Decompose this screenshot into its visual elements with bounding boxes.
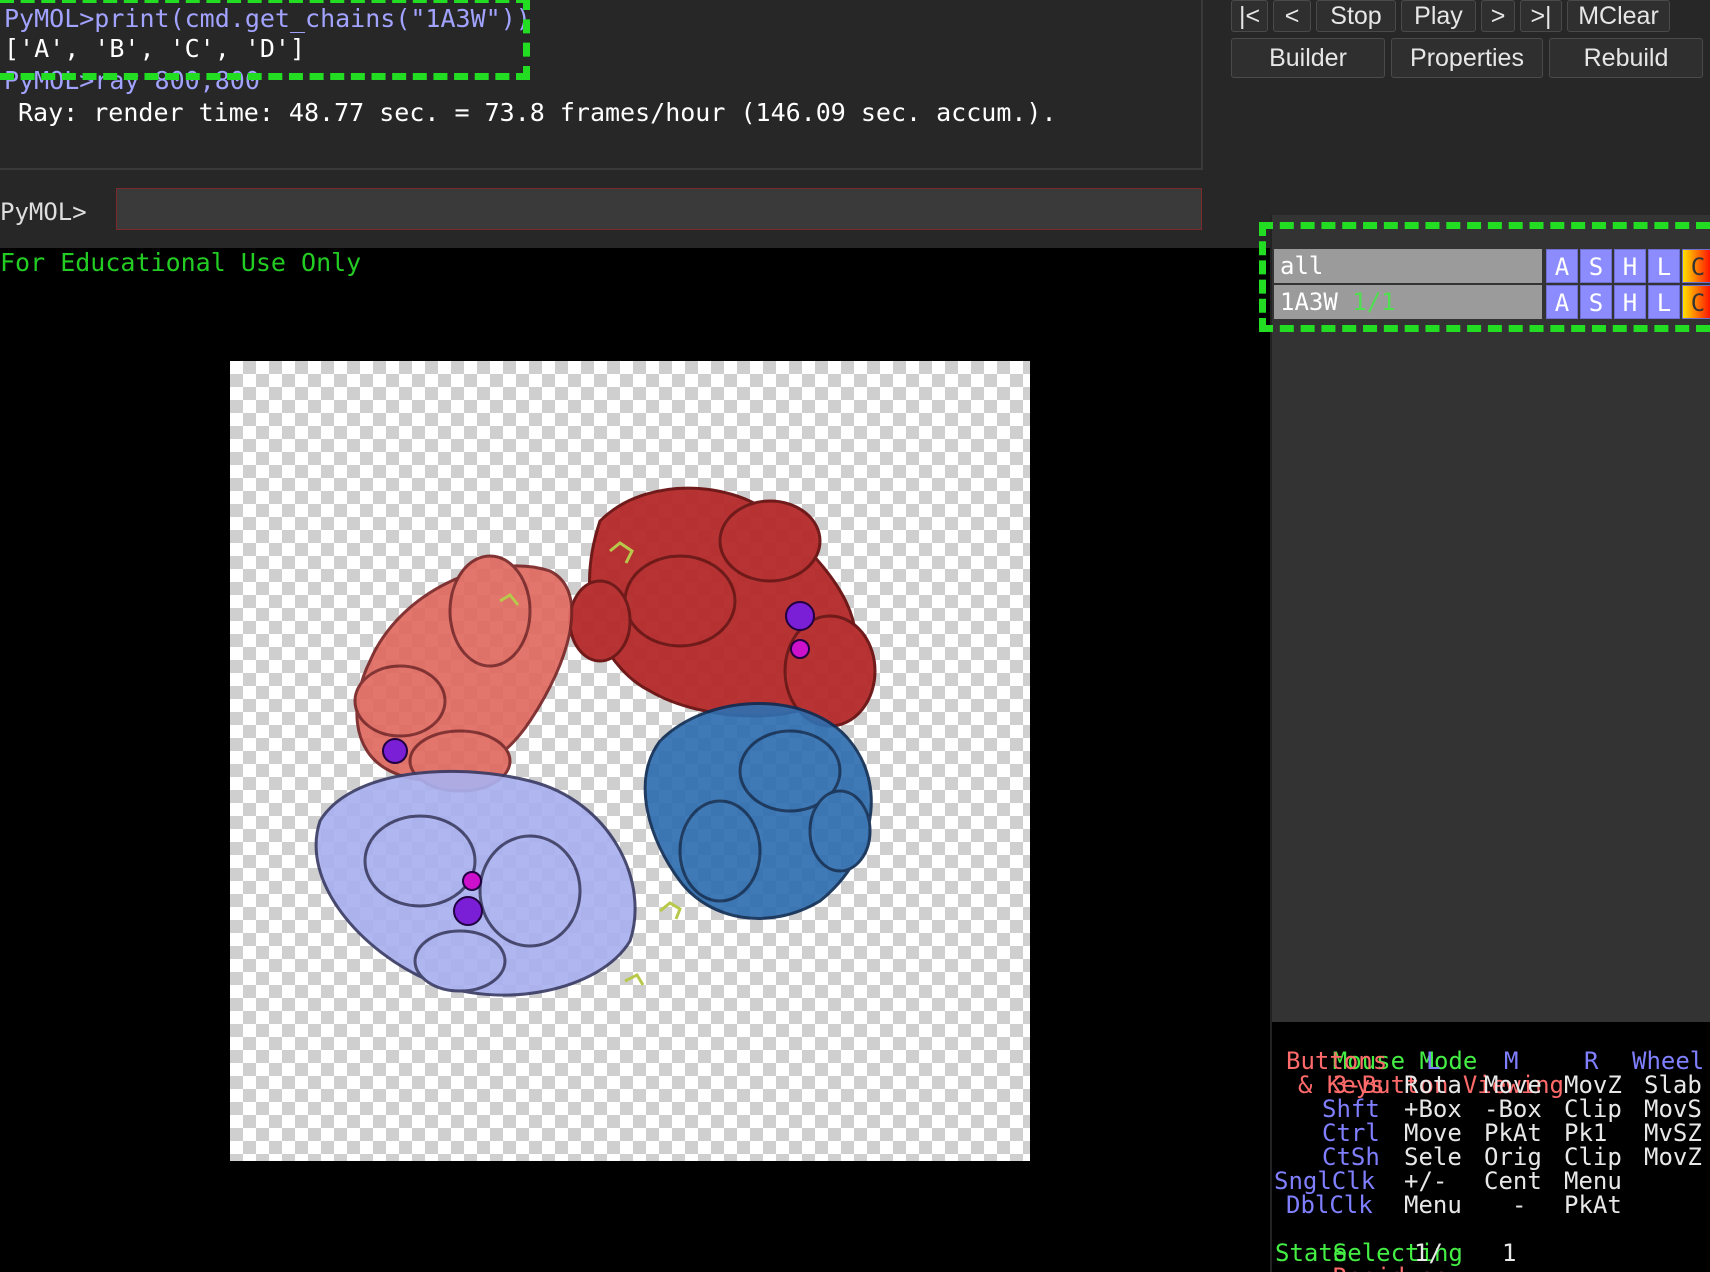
binding-cell: MovZ — [1644, 1143, 1702, 1171]
key-modifier: SnglClk — [1274, 1167, 1376, 1195]
mclear-button[interactable]: MClear — [1567, 0, 1670, 32]
last-frame-button[interactable]: >| — [1520, 0, 1562, 32]
command-prompt: PyMOL> — [0, 198, 87, 226]
binding-cell: Sele — [1404, 1143, 1462, 1171]
command-bar: PyMOL> — [0, 170, 1270, 248]
prev-frame-button[interactable]: < — [1273, 0, 1311, 32]
movie-controls-panel: |< < Stop Play > >| MClear Builder Prope… — [1203, 0, 1710, 215]
binding-cell: +/- — [1404, 1167, 1448, 1195]
binding-cell: Move — [1404, 1119, 1462, 1147]
binding-cell: MvSZ — [1644, 1119, 1702, 1147]
col-m: M — [1504, 1047, 1519, 1075]
binding-cell: MovZ — [1564, 1071, 1622, 1099]
binding-cell: Rota — [1404, 1071, 1462, 1099]
keys-label: & Keys — [1298, 1071, 1385, 1099]
binding-cell: Orig — [1484, 1143, 1542, 1171]
binding-cell: Menu — [1404, 1191, 1462, 1219]
binding-cell: Clip — [1564, 1095, 1622, 1123]
binding-cell: MovS — [1644, 1095, 1702, 1123]
educational-watermark: For Educational Use Only — [0, 248, 362, 277]
key-modifier: Shft — [1322, 1095, 1380, 1123]
key-modifier: Ctrl — [1322, 1119, 1380, 1147]
first-frame-button[interactable]: |< — [1231, 0, 1268, 32]
col-r: R — [1584, 1047, 1599, 1075]
chain-red-ribbon — [568, 486, 877, 728]
rebuild-button[interactable]: Rebuild — [1549, 38, 1703, 78]
state-value: 1/ — [1414, 1239, 1443, 1267]
state-label: State — [1275, 1239, 1348, 1267]
binding-cell: Slab — [1644, 1071, 1702, 1099]
protein-structure-render — [314, 486, 877, 997]
console-log: PyMOL>print(cmd.get_chains("1A3W")) ['A'… — [0, 0, 1203, 170]
binding-cell: Clip — [1564, 1143, 1622, 1171]
next-frame-button[interactable]: > — [1481, 0, 1515, 32]
key-modifier: DblClk — [1286, 1191, 1373, 1219]
command-input[interactable] — [116, 188, 1202, 230]
binding-cell: Move — [1484, 1071, 1542, 1099]
key-modifier: CtSh — [1322, 1143, 1380, 1171]
binding-cell: PkAt — [1484, 1119, 1542, 1147]
log-line-output: Ray: render time: 48.77 sec. = 73.8 fram… — [18, 98, 1057, 127]
highlight-box — [1259, 222, 1710, 332]
play-button[interactable]: Play — [1401, 0, 1476, 32]
properties-button[interactable]: Properties — [1391, 38, 1543, 78]
col-wheel: Wheel — [1632, 1047, 1705, 1075]
highlight-box — [0, 0, 530, 80]
binding-cell: Cent — [1484, 1167, 1542, 1195]
binding-cell: PkAt — [1564, 1191, 1622, 1219]
stop-button[interactable]: Stop — [1316, 0, 1396, 32]
binding-cell: - — [1512, 1191, 1527, 1219]
builder-button[interactable]: Builder — [1231, 38, 1385, 78]
col-l: L — [1426, 1047, 1441, 1075]
ray-traced-image — [230, 361, 1030, 1161]
binding-cell: +Box — [1404, 1095, 1462, 1123]
state-count: 1 — [1502, 1239, 1517, 1267]
binding-cell: -Box — [1484, 1095, 1542, 1123]
mouse-mode-help: Mouse Mode 3-Button Viewing Buttons L M … — [1270, 1022, 1710, 1272]
chain-blue-ribbon — [643, 702, 873, 920]
buttons-label: Buttons — [1286, 1047, 1388, 1075]
binding-cell: Menu — [1564, 1167, 1622, 1195]
binding-cell: Pk1 — [1564, 1119, 1608, 1147]
3d-viewer[interactable]: For Educational Use Only — [0, 248, 1270, 1272]
object-list-panel: all A S H L C 1A3W 1/1 A S H L C — [1270, 215, 1710, 1022]
